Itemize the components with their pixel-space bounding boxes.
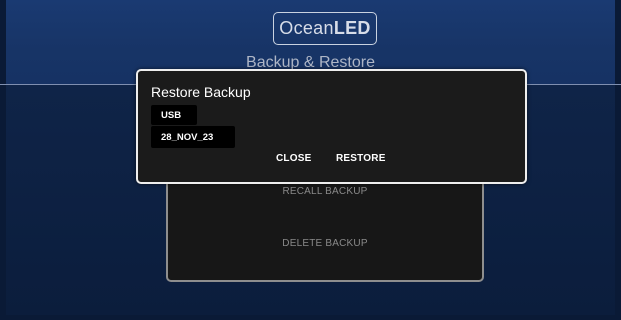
dialog-title: Restore Backup <box>151 84 251 100</box>
close-button[interactable]: CLOSE <box>276 153 311 164</box>
logo-text-led: LED <box>333 18 371 38</box>
restore-backup-dialog: Restore Backup USB 28_NOV_23 CLOSE RESTO… <box>136 69 527 184</box>
restore-button[interactable]: RESTORE <box>336 153 386 164</box>
recall-backup-button[interactable]: RECALL BACKUP <box>168 186 482 197</box>
delete-backup-button[interactable]: DELETE BACKUP <box>168 238 482 249</box>
logo-text-ocean: Ocean <box>279 18 334 38</box>
oceanled-logo: Ocean LED <box>273 12 377 45</box>
backup-source-selector[interactable]: USB <box>151 105 197 125</box>
backup-file-selector[interactable]: 28_NOV_23 <box>151 126 235 148</box>
screen: Ocean LED Backup & Restore RECALL BACKUP … <box>0 0 621 320</box>
